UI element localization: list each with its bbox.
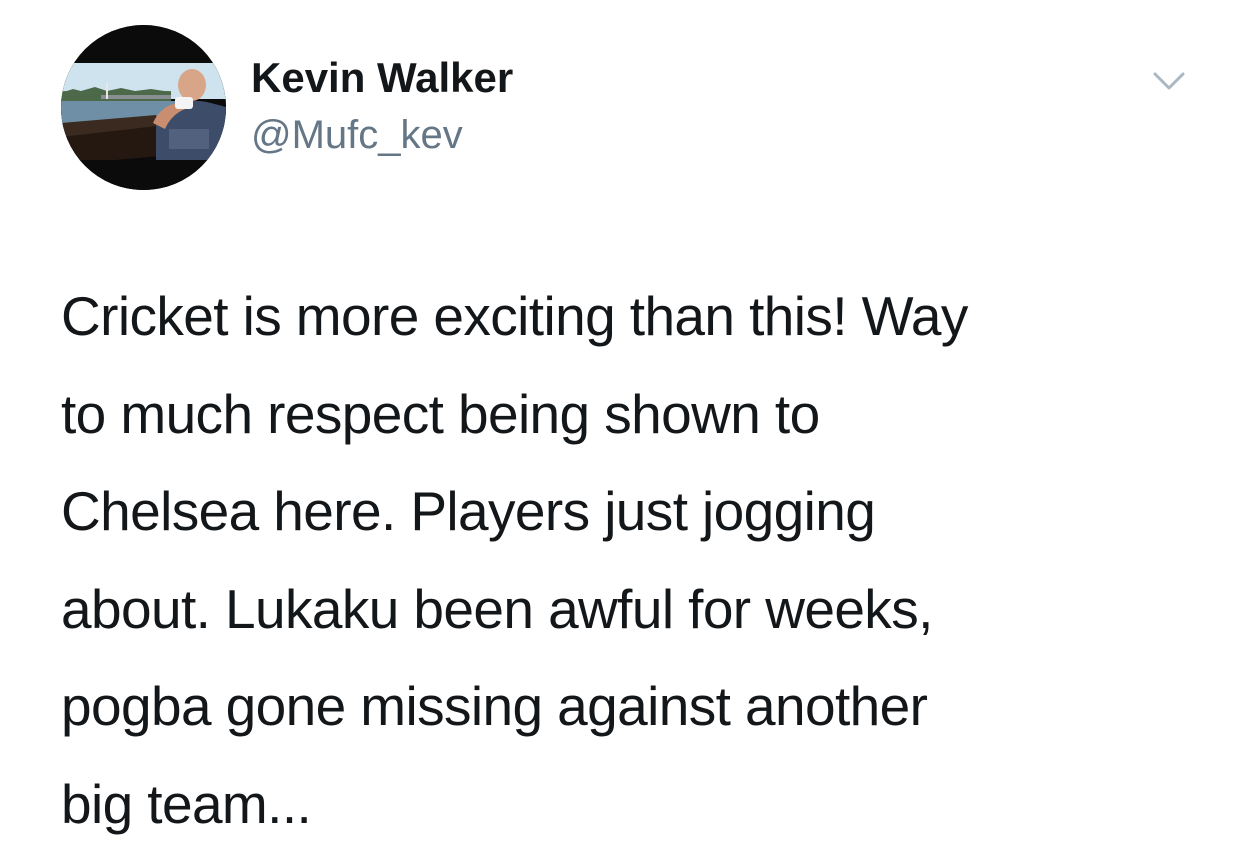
tweet-text-line: big team...: [61, 772, 312, 835]
tweet-text-line: pogba gone missing against another: [61, 675, 928, 737]
tweet-text-line: about. Lukaku been awful for weeks,: [61, 577, 933, 640]
profile-photo-icon: [61, 25, 226, 190]
tweet-card: Kevin Walker @Mufc_kev Cricket is more e…: [0, 0, 1242, 860]
tweet-text-line: Cricket is more exciting than this! Way: [61, 285, 968, 347]
author-name[interactable]: Kevin Walker: [251, 53, 513, 103]
author-handle[interactable]: @Mufc_kev: [251, 111, 463, 159]
chevron-down-icon[interactable]: [1148, 66, 1190, 96]
avatar[interactable]: [61, 25, 226, 190]
tweet-text-line: to much respect being shown to: [61, 382, 820, 445]
tweet-text: Cricket is more exciting than this! Way …: [61, 268, 1181, 853]
tweet-text-line: Chelsea here. Players just jogging: [61, 480, 876, 542]
